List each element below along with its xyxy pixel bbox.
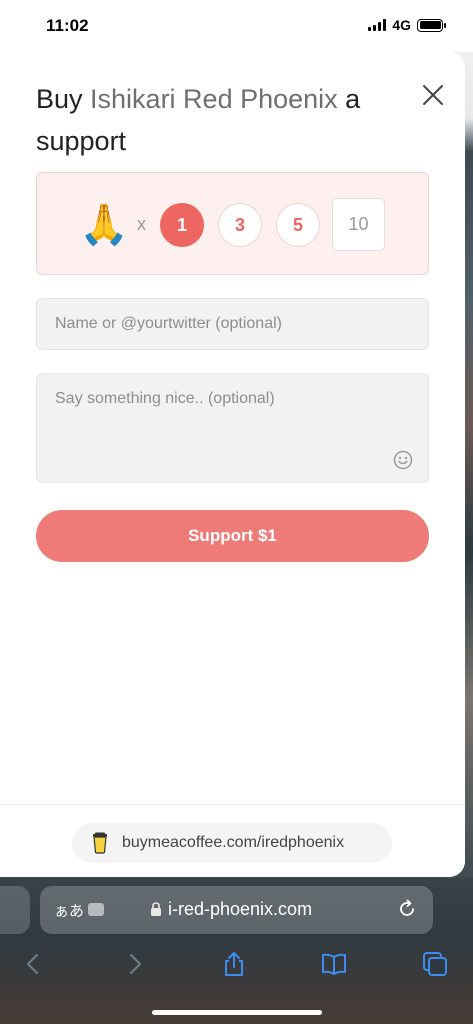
back-icon[interactable] (20, 950, 48, 978)
browser-toolbar: ぁあ i-red-phoenix.com (0, 878, 473, 1024)
share-icon[interactable] (220, 950, 248, 978)
bookmarks-icon[interactable] (320, 950, 348, 978)
reader-button[interactable]: ぁあ (54, 900, 84, 921)
url-text: i-red-phoenix.com (168, 899, 313, 919)
network-label: 4G (392, 17, 411, 33)
signal-icon (368, 19, 387, 31)
lock-icon (151, 902, 161, 916)
message-input[interactable]: Say something nice.. (optional) (36, 373, 429, 483)
address-bar[interactable]: ぁあ i-red-phoenix.com (40, 886, 433, 934)
message-placeholder: Say something nice.. (optional) (55, 390, 275, 407)
times-label: x (137, 214, 146, 234)
tabs-icon[interactable] (421, 950, 449, 978)
custom-quantity-input[interactable]: 10 (332, 198, 385, 251)
status-indicators: 4G (368, 17, 446, 33)
previous-tab[interactable] (0, 886, 30, 934)
modal-title: Buy Ishikari Red Phoenix a support (36, 78, 406, 162)
quantity-selector: 🙏 x 1 3 5 10 (36, 172, 429, 275)
creator-name[interactable]: Ishikari Red Phoenix (90, 84, 338, 114)
title-prefix: Buy (36, 84, 91, 114)
support-button[interactable]: Support $1 (36, 510, 429, 562)
praying-hands-icon: 🙏 (79, 203, 129, 247)
profile-url: buymeacoffee.com/iredphoenix (122, 834, 345, 851)
extension-icon[interactable] (88, 903, 104, 916)
profile-link[interactable]: buymeacoffee.com/iredphoenix (72, 823, 392, 863)
forward-icon[interactable] (120, 950, 148, 978)
modal-footer: buymeacoffee.com/iredphoenix (0, 804, 465, 877)
coffee-cup-icon (93, 832, 107, 854)
status-bar: 11:02 4G (0, 0, 473, 52)
status-time: 11:02 (46, 16, 89, 35)
quantity-option-3[interactable]: 3 (218, 203, 262, 247)
emoji-picker-icon[interactable] (393, 450, 413, 470)
quantity-option-5[interactable]: 5 (276, 203, 320, 247)
battery-icon (417, 18, 446, 32)
close-icon[interactable] (420, 82, 446, 108)
name-input[interactable]: Name or @yourtwitter (optional) (36, 298, 429, 350)
support-modal: Buy Ishikari Red Phoenix a support 🙏 x 1… (0, 52, 465, 877)
quantity-option-1[interactable]: 1 (160, 203, 204, 247)
home-indicator[interactable] (152, 1010, 322, 1015)
reload-icon[interactable] (397, 899, 417, 919)
